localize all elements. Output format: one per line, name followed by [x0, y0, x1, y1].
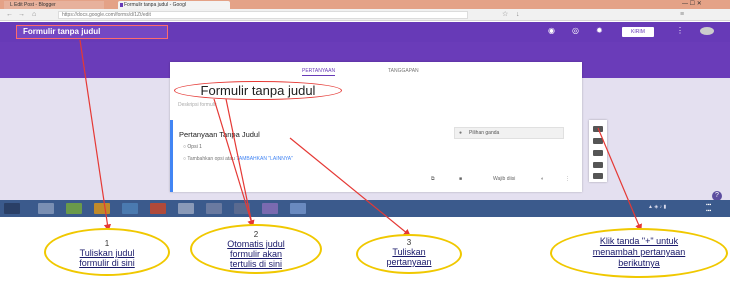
callout-3-text: Tuliskan pertanyaan — [386, 247, 432, 267]
arrow-1 — [79, 39, 112, 232]
arrow-2a — [213, 98, 255, 228]
callout-3-number: 3 — [406, 238, 412, 247]
arrow-2b — [225, 98, 253, 225]
callout-1: 1 Tuliskan judul formulir di sini — [44, 228, 170, 276]
callout-2-text: Otomatis judul formulir akan tertulis di… — [227, 239, 285, 269]
callout-4: Klik tanda "+" untuk menambah pertanyaan… — [550, 228, 728, 278]
arrow-3 — [289, 137, 411, 237]
screenshot-stage: L Edit Post - Blogger Formulir tanpa jud… — [0, 0, 730, 284]
callout-4-text: Klik tanda "+" untuk menambah pertanyaan… — [592, 236, 686, 268]
callout-2-number: 2 — [253, 230, 259, 239]
callout-3: 3 Tuliskan pertanyaan — [356, 234, 462, 274]
callout-1-number: 1 — [104, 239, 110, 248]
callout-2: 2 Otomatis judul formulir akan tertulis … — [190, 224, 322, 274]
arrow-4 — [597, 127, 642, 232]
callout-1-text: Tuliskan judul formulir di sini — [79, 248, 135, 268]
